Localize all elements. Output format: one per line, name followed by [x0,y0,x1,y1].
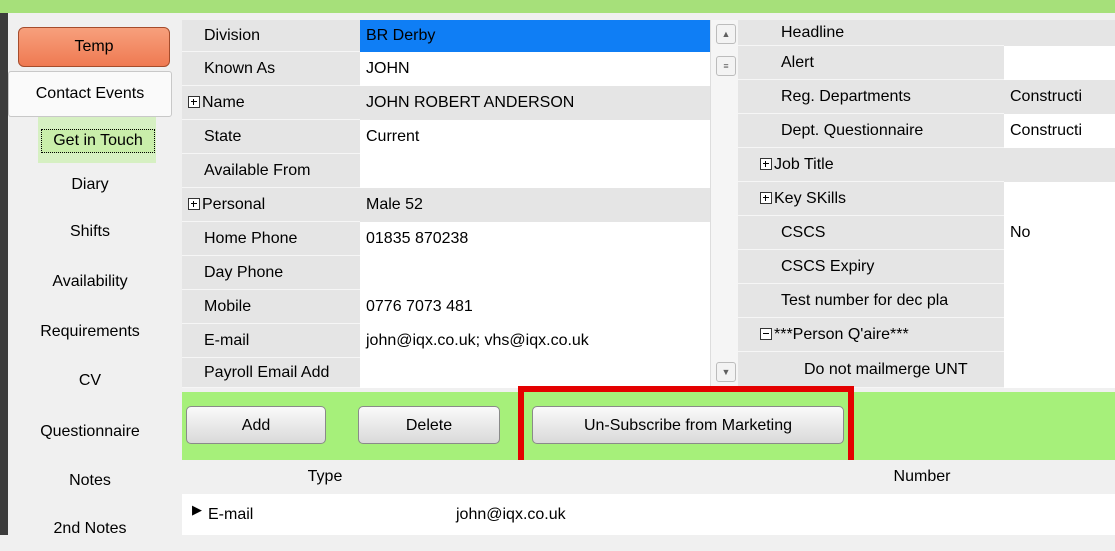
extra-details-grid: Headline Alert Reg. Departments Construc… [738,20,1115,388]
grid-label-cscs: CSCS [738,216,1004,250]
grid-label-person-qaire[interactable]: ***Person Q'aire*** [738,318,1004,352]
personal-value[interactable]: Male 52 [360,188,710,222]
top-strip [0,0,1115,13]
grid-label-test-number: Test number for dec pla [738,284,1004,318]
grid-label-email: E-mail [182,324,360,358]
get-in-touch-label: Get in Touch [41,129,155,153]
grid-label-job-title[interactable]: Job Title [738,148,1004,182]
name-label-text: Name [202,94,245,111]
grid-label-home-phone: Home Phone [182,222,360,256]
nav-requirements[interactable]: Requirements [12,310,168,354]
grid-label-alert: Alert [738,46,1004,80]
personal-label-text: Personal [202,196,266,213]
test-number-value[interactable] [1004,284,1115,318]
grid-label-do-not-mailmerge: Do not mailmerge UNT [738,352,1004,388]
side-nav: Temp Contact Events Get in Touch Diary S… [8,13,172,537]
details-scrollbar[interactable]: ▲ ≡ ▼ [710,20,740,388]
grid-label-reg-departments: Reg. Departments [738,80,1004,114]
email-value[interactable]: john@iqx.co.uk; vhs@iqx.co.uk [360,324,710,358]
get-in-touch-button[interactable]: Get in Touch [38,117,156,163]
column-header-type[interactable]: Type [182,460,468,494]
reg-departments-value[interactable]: Constructi [1004,80,1115,114]
grid-label-personal[interactable]: Personal [182,188,360,222]
nav-shifts[interactable]: Shifts [12,210,168,254]
grid-label-key-skills[interactable]: Key SKills [738,182,1004,216]
details-grid: Division BR Derby Known As JOHN Name JOH… [182,20,710,388]
headline-value[interactable] [1004,20,1115,46]
temp-button[interactable]: Temp [18,27,170,67]
expand-plus-icon[interactable] [760,158,772,170]
nav-cv[interactable]: CV [12,359,168,403]
contacts-table-header: Type Number [182,460,1115,494]
scroll-thumb-icon[interactable]: ≡ [716,56,736,76]
dept-questionnaire-value[interactable]: Constructi [1004,114,1115,148]
window-left-edge [0,13,8,535]
job-title-label-text: Job Title [774,156,834,173]
cscs-expiry-value[interactable] [1004,250,1115,284]
available-from-value[interactable] [360,154,710,188]
grid-label-mobile: Mobile [182,290,360,324]
state-value[interactable]: Current [360,120,710,154]
do-not-mailmerge-value[interactable] [1004,352,1115,388]
grid-label-name[interactable]: Name [182,86,360,120]
grid-label-state: State [182,120,360,154]
scroll-up-icon[interactable]: ▲ [716,24,736,44]
grid-label-headline: Headline [738,20,1004,46]
mobile-value[interactable]: 0776 7073 481 [360,290,710,324]
cscs-value[interactable]: No [1004,216,1115,250]
row-type-cell[interactable]: E-mail [208,494,253,535]
grid-label-cscs-expiry: CSCS Expiry [738,250,1004,284]
person-qaire-value[interactable] [1004,318,1115,352]
grid-label-dept-questionnaire: Dept. Questionnaire [738,114,1004,148]
job-title-value[interactable] [1004,148,1115,182]
expand-plus-icon[interactable] [760,192,772,204]
nav-diary[interactable]: Diary [12,163,168,207]
alert-value[interactable] [1004,46,1115,80]
home-phone-value[interactable]: 01835 870238 [360,222,710,256]
column-header-number[interactable]: Number [782,460,1062,494]
expand-plus-icon[interactable] [188,198,200,210]
nav-2nd-notes[interactable]: 2nd Notes [12,507,168,551]
grid-label-available-from: Available From [182,154,360,188]
nav-notes[interactable]: Notes [12,459,168,503]
key-skills-value[interactable] [1004,182,1115,216]
nav-availability[interactable]: Availability [12,260,168,304]
scroll-down-icon[interactable]: ▼ [716,362,736,382]
payroll-email-value[interactable] [360,358,710,388]
known-as-value[interactable]: JOHN [360,52,710,86]
grid-label-known-as: Known As [182,52,360,86]
nav-questionnaire[interactable]: Questionnaire [12,410,168,454]
delete-button[interactable]: Delete [358,406,500,444]
add-button[interactable]: Add [186,406,326,444]
name-value[interactable]: JOHN ROBERT ANDERSON [360,86,710,120]
division-value[interactable]: BR Derby [360,20,710,52]
expand-plus-icon[interactable] [188,96,200,108]
grid-label-payroll-email: Payroll Email Add [182,358,360,388]
table-row[interactable]: ▶ E-mail john@iqx.co.uk [182,494,1115,535]
grid-label-division: Division [182,20,360,52]
collapse-minus-icon[interactable] [760,328,772,340]
grid-label-day-phone: Day Phone [182,256,360,290]
contact-events-button[interactable]: Contact Events [8,71,172,117]
row-pointer-icon: ▶ [192,502,202,517]
day-phone-value[interactable] [360,256,710,290]
key-skills-label-text: Key SKills [774,190,847,207]
person-qaire-label-text: ***Person Q'aire*** [774,326,909,343]
row-number-cell[interactable]: john@iqx.co.uk [456,494,566,535]
